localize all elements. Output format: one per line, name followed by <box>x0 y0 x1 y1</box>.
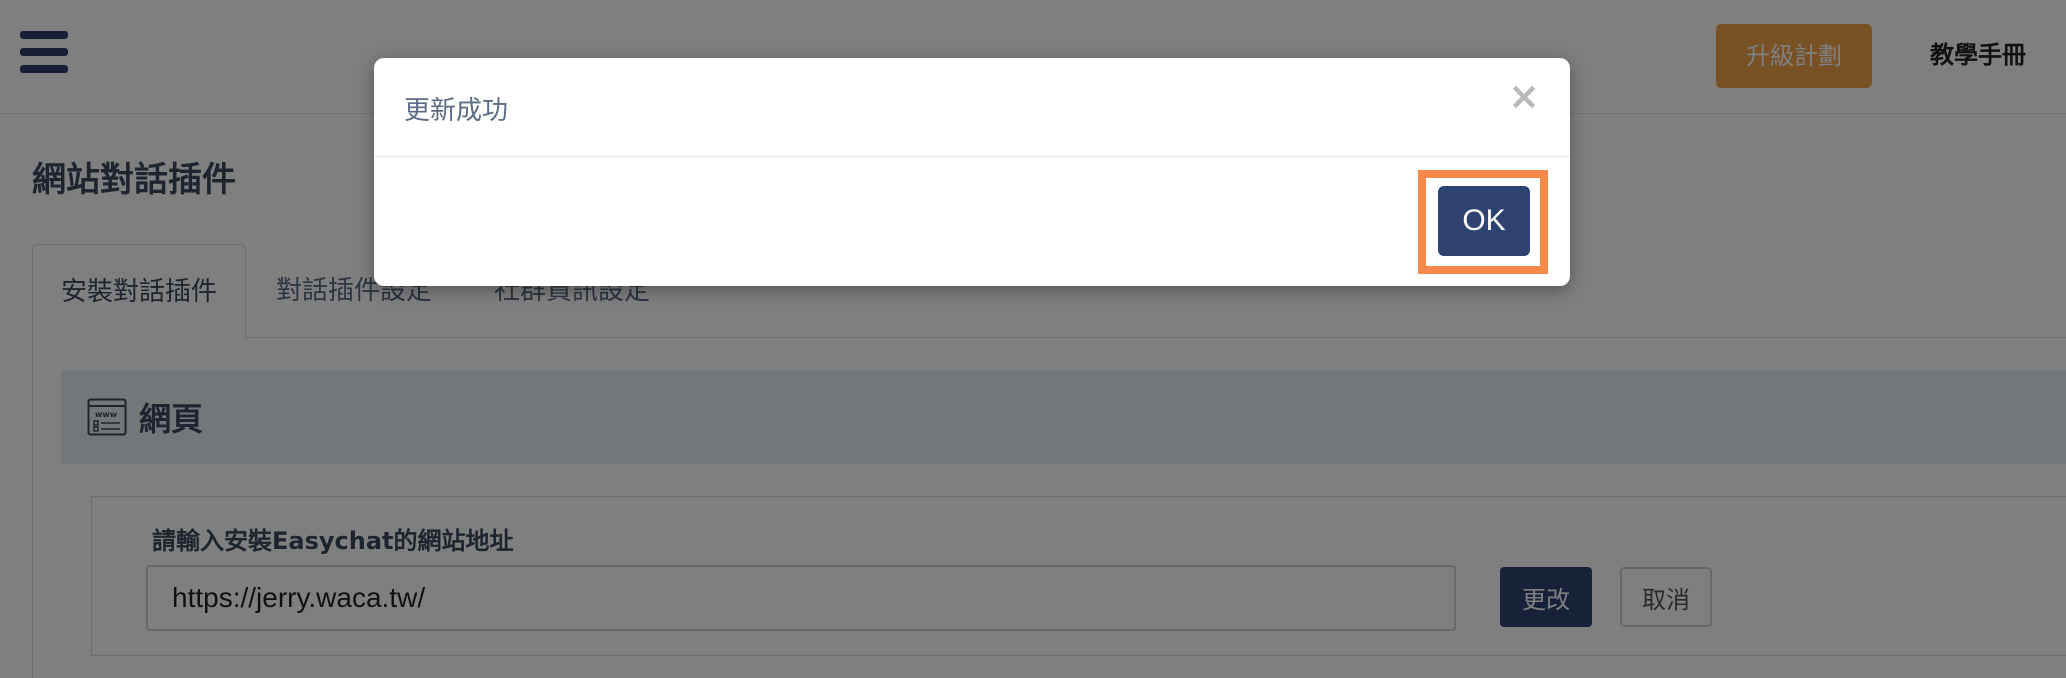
ok-button[interactable]: OK <box>1438 186 1530 256</box>
close-icon[interactable]: × <box>1504 76 1544 116</box>
dialog-header: 更新成功 × <box>374 58 1570 157</box>
dialog-title: 更新成功 <box>404 96 509 126</box>
app-root: 升級計劃 教學手冊 網站對話插件 安裝對話插件 對話插件設定 社群資訊設定 ww… <box>0 0 2066 678</box>
success-dialog: 更新成功 × OK <box>374 58 1570 286</box>
